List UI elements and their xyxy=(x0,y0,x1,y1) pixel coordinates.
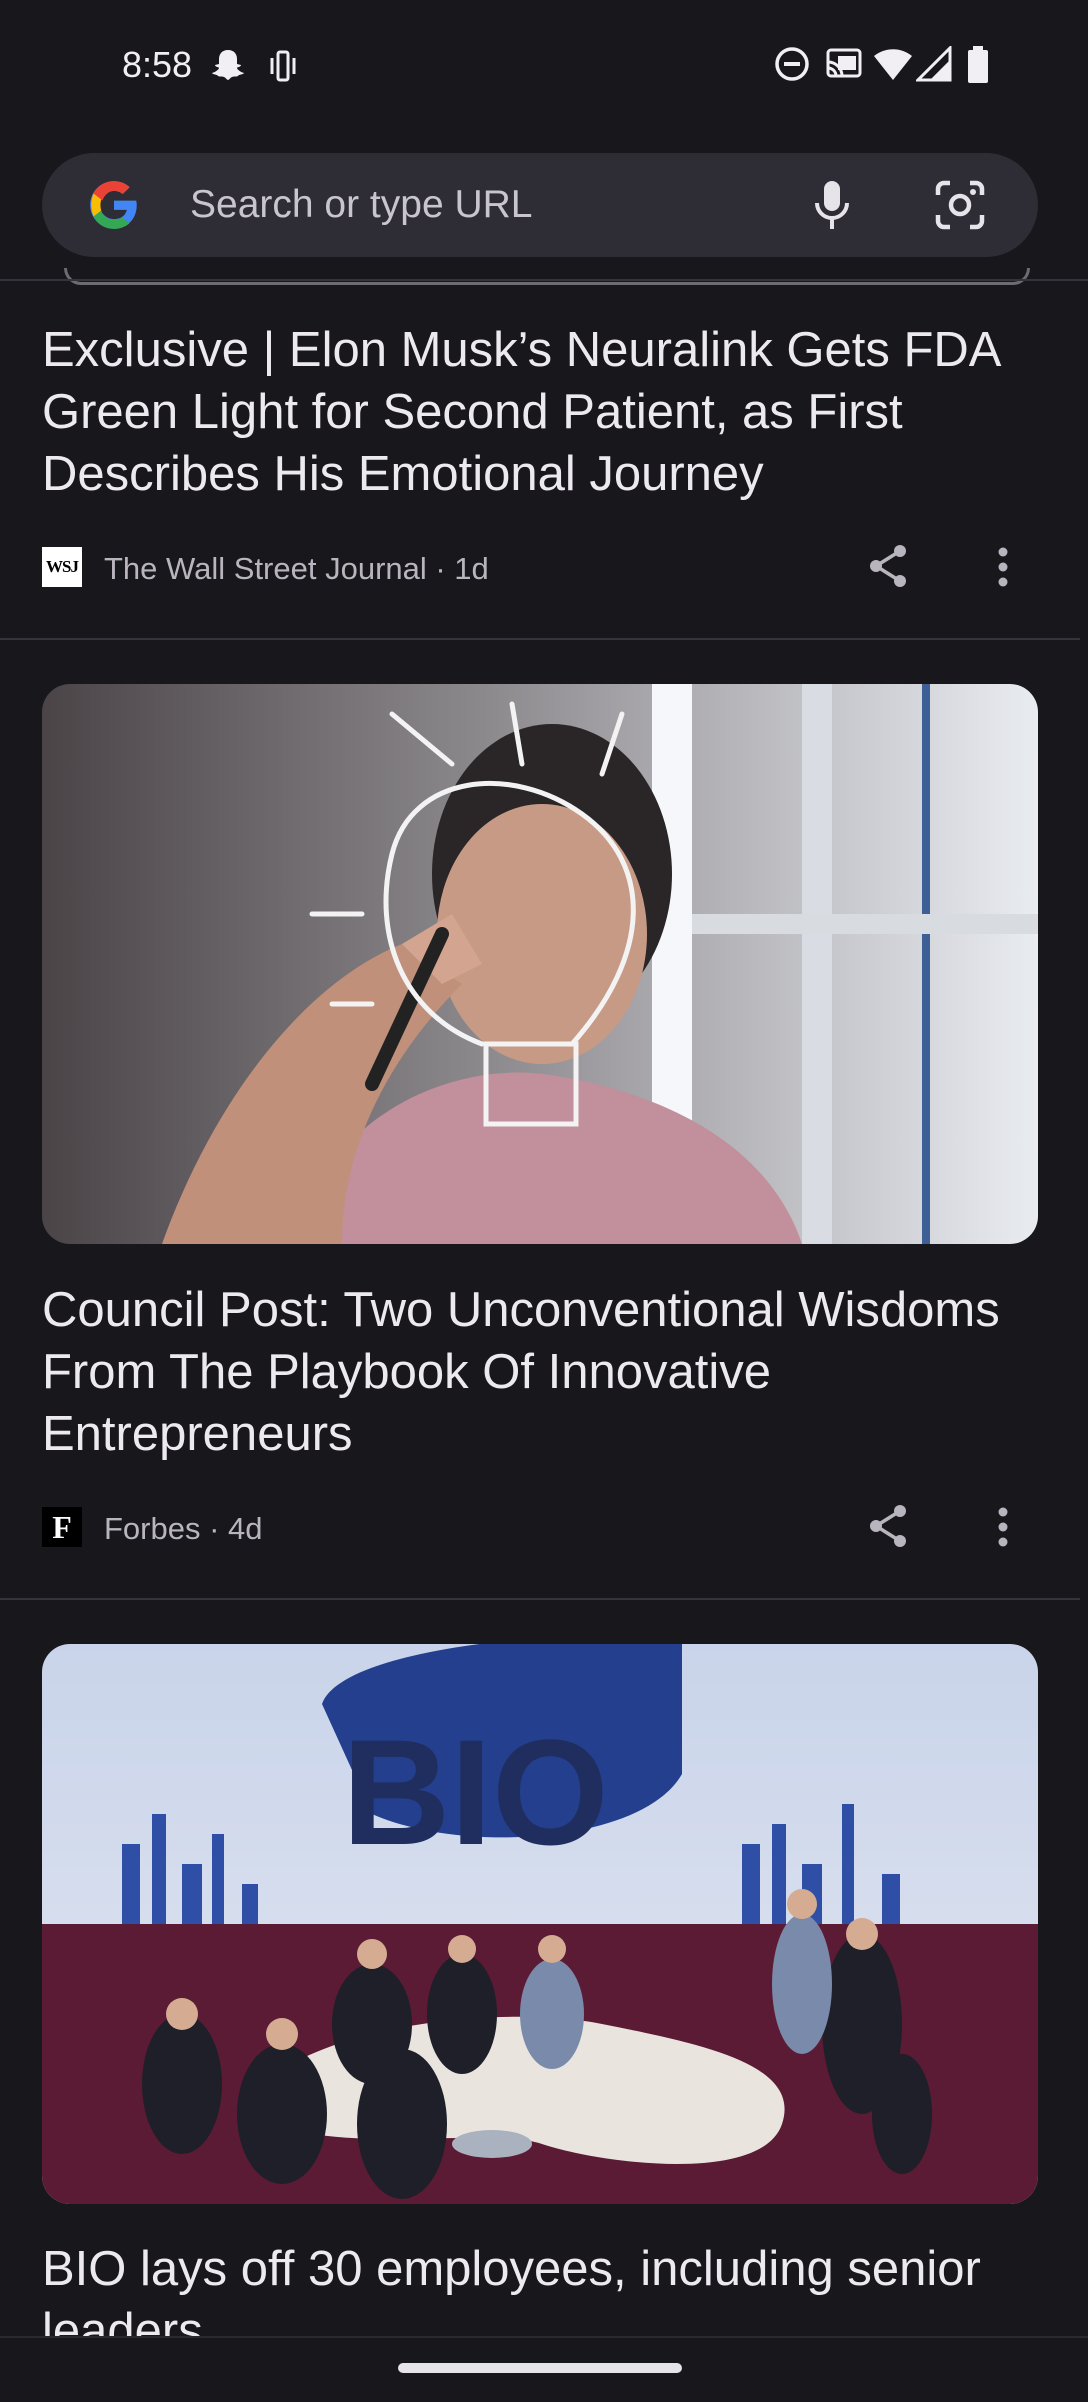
vibrate-icon xyxy=(270,50,296,82)
article-headline[interactable]: Council Post: Two Unconventional Wisdoms… xyxy=(42,1279,1042,1465)
battery-icon xyxy=(968,46,988,83)
publisher-and-time: Forbes · 4d xyxy=(104,1511,263,1546)
search-bar[interactable]: Search or type URL xyxy=(42,153,1038,257)
signal-icon xyxy=(916,46,952,82)
share-icon[interactable] xyxy=(866,542,910,590)
more-options-icon[interactable] xyxy=(996,546,1010,588)
publisher-logo: F xyxy=(42,1507,82,1547)
status-time: 8:58 xyxy=(122,44,193,85)
article-headline[interactable]: Exclusive | Elon Musk’s Neuralink Gets F… xyxy=(42,319,1042,505)
google-logo xyxy=(90,181,137,229)
lightbulb-photo xyxy=(42,684,1038,1244)
more-options-icon[interactable] xyxy=(996,1506,1010,1548)
snapchat-icon xyxy=(212,50,244,80)
bio-sign: BIO xyxy=(342,1708,609,1876)
divider xyxy=(0,638,1080,640)
divider xyxy=(0,279,1088,281)
search-input[interactable]: Search or type URL xyxy=(190,183,533,227)
publisher-logo: WSJ xyxy=(42,547,82,587)
share-icon[interactable] xyxy=(866,1502,910,1550)
article-image[interactable] xyxy=(42,684,1038,1244)
previous-card-edge xyxy=(64,268,1030,285)
cast-icon xyxy=(826,48,862,78)
lens-icon[interactable] xyxy=(932,177,988,233)
status-bar: 8:58 xyxy=(0,0,1088,130)
do-not-disturb-icon xyxy=(775,47,809,81)
article-image[interactable]: BIO xyxy=(42,1644,1038,2204)
wifi-icon xyxy=(874,49,912,80)
microphone-icon[interactable] xyxy=(812,177,852,233)
divider xyxy=(0,1598,1080,1600)
bio-conference-photo: BIO xyxy=(42,1644,1038,2204)
home-gesture-handle[interactable] xyxy=(398,2363,682,2373)
publisher-and-time: The Wall Street Journal · 1d xyxy=(104,551,489,586)
